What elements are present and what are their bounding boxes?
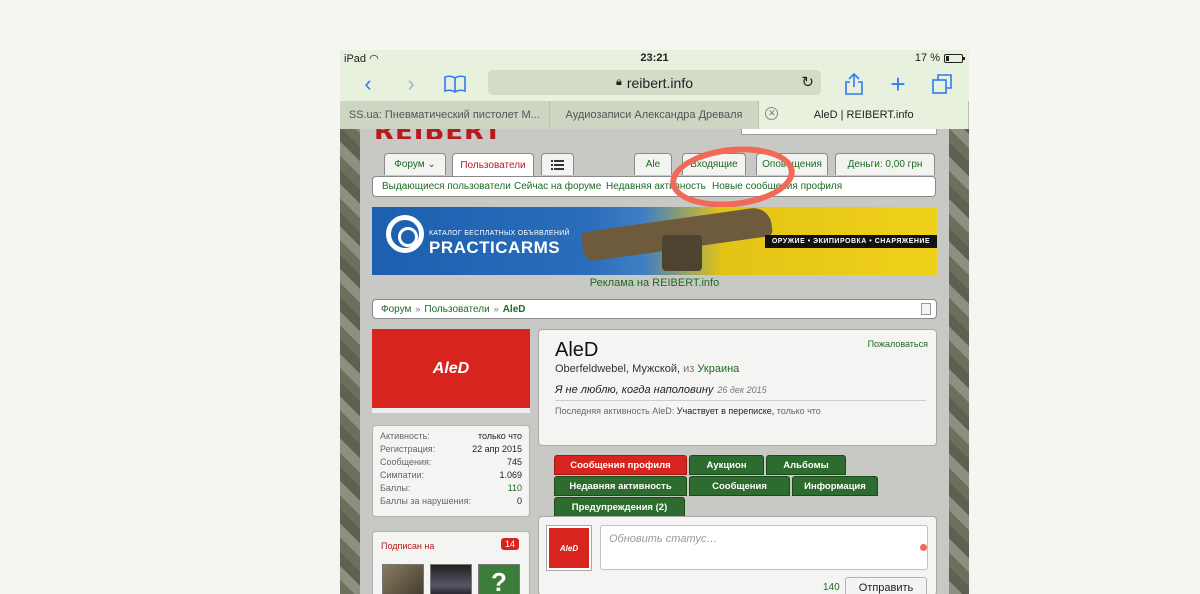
stat-row: Активность: только что [380, 431, 522, 441]
following-count: 14 [500, 538, 519, 550]
followed-user-avatar[interactable] [382, 564, 424, 594]
close-icon[interactable]: ✕ [765, 107, 779, 120]
advertisement-banner[interactable]: КАТАЛОГ БЕСПЛАТНЫХ ОБЪЯВЛЕНИЙ PRACTICARM… [372, 207, 937, 275]
report-link[interactable]: Пожаловаться [868, 339, 928, 349]
reload-icon[interactable]: ↻ [801, 73, 814, 91]
nav-user-tab[interactable]: Ale [634, 153, 672, 175]
breadcrumb-users[interactable]: Пользователи [424, 304, 489, 315]
lock-icon: 🔒︎ [615, 76, 622, 88]
breadcrumb: Форум » Пользователи » AleD [372, 299, 937, 319]
breadcrumb-current[interactable]: AleD [503, 304, 526, 315]
browser-tab[interactable]: SS.ua: Пневматический пистолет М... [340, 101, 550, 129]
ipad-screen: iPad ◠ 23:21 17 % ‹ › 🔒︎ reibert.info ↻ … [340, 50, 969, 594]
breadcrumb-separator: » [415, 304, 421, 314]
send-button[interactable]: Отправить [845, 577, 927, 594]
tab-warnings[interactable]: Предупреждения (2) [554, 497, 685, 517]
nav-money-tab[interactable]: Деньги: 0,00 грн [835, 153, 935, 175]
browser-toolbar: ‹ › 🔒︎ reibert.info ↻ + [340, 67, 969, 101]
nav-users-tab[interactable]: Пользователи [452, 153, 534, 177]
url-bar[interactable]: 🔒︎ reibert.info ↻ [488, 70, 821, 95]
document-icon[interactable] [921, 303, 931, 315]
battery-status: 17 % [915, 52, 965, 64]
member-stats: Активность: только что Регистрация: 22 апр… [372, 425, 530, 517]
chevron-right-icon[interactable]: › [397, 70, 425, 98]
stat-row: Симпатии: 1.069 [380, 470, 522, 480]
breadcrumb-forum[interactable]: Форум [381, 304, 411, 315]
last-activity: Последняя активность AleD: Участвует в п… [555, 406, 821, 416]
stat-row: Баллы: 110 [380, 483, 522, 493]
stat-row: Баллы за нарушения: 0 [380, 496, 522, 506]
target-logo-icon [386, 215, 424, 253]
avatar: AleD [547, 526, 591, 570]
tab-auction[interactable]: Аукцион [689, 455, 764, 475]
stat-row: Сообщения: 745 [380, 457, 522, 467]
profile-name: AleD [555, 339, 599, 361]
web-page: REIBERT Форум ⌄ Пользователи Ale Входящи… [340, 129, 969, 594]
status-input[interactable] [600, 525, 928, 570]
search-input[interactable] [741, 129, 937, 135]
tabs-icon[interactable] [928, 70, 956, 98]
following-panel: Подписан на 14 ? [372, 531, 530, 594]
banner-subtitle: КАТАЛОГ БЕСПЛАТНЫХ ОБЪЯВЛЕНИЙ [429, 230, 570, 237]
banner-title: PRACTICARMS [429, 238, 561, 257]
tab-postings[interactable]: Сообщения [689, 476, 790, 496]
tab-albums[interactable]: Альбомы [766, 455, 846, 475]
record-dot-icon [920, 544, 927, 551]
avatar[interactable]: AleD [372, 329, 530, 413]
tab-recent-activity[interactable]: Недавняя активность [554, 476, 687, 496]
advertise-link[interactable]: Реклама на REIBERT.info [372, 277, 937, 289]
hand-drawn-circle-annotation [667, 140, 798, 214]
clock: 23:21 [640, 52, 669, 64]
profile-status: Я не люблю, когда наполовину 26 дек 2015 [555, 384, 767, 396]
browser-tabs: SS.ua: Пневматический пистолет М... Ауди… [340, 101, 969, 129]
tab-profile-posts[interactable]: Сообщения профиля [554, 455, 687, 475]
following-title[interactable]: Подписан на [381, 541, 434, 551]
banner-tagline: ОРУЖИЕ • ЭКИПИРОВКА • СНАРЯЖЕНИЕ [765, 235, 937, 248]
browser-tab-active[interactable]: ✕ AleD | REIBERT.info [759, 101, 969, 129]
divider [555, 400, 926, 401]
tab-information[interactable]: Информация [792, 476, 878, 496]
list-icon[interactable] [541, 153, 574, 175]
char-counter: 140 [823, 582, 840, 593]
profile-details: Oberfeldwebel, Мужской, из Украина [555, 363, 740, 375]
nav-forum-tab[interactable]: Форум ⌄ [384, 153, 446, 175]
subnav-notable-members[interactable]: Выдающиеся пользователи [382, 181, 511, 192]
chevron-down-icon: ⌄ [427, 159, 436, 170]
book-icon[interactable] [441, 70, 469, 98]
status-bar: iPad ◠ 23:21 17 % [340, 50, 969, 67]
country-link[interactable]: Украина [697, 363, 739, 375]
stat-row: Регистрация: 22 апр 2015 [380, 444, 522, 454]
breadcrumb-separator: » [493, 304, 499, 314]
browser-tab[interactable]: Аудиозаписи Александра Древаля [550, 101, 760, 129]
followed-user-avatar[interactable] [430, 564, 472, 594]
battery-icon [944, 53, 965, 63]
profile-card: AleD Пожаловаться Oberfeldwebel, Мужской… [538, 329, 937, 446]
url-text: reibert.info [626, 74, 693, 91]
plus-icon[interactable]: + [884, 70, 912, 98]
share-icon[interactable] [840, 70, 868, 98]
sub-navigation: Выдающиеся пользователи Сейчас на форуме… [372, 176, 936, 197]
chevron-left-icon[interactable]: ‹ [354, 70, 382, 98]
site-container: REIBERT Форум ⌄ Пользователи Ale Входящи… [360, 129, 949, 594]
status-update-box: AleD 140 Отправить [538, 516, 937, 594]
site-logo[interactable]: REIBERT [374, 129, 503, 139]
question-mark-icon[interactable]: ? [478, 564, 520, 594]
vest-image [662, 235, 702, 271]
browser-tab-title: AleD | REIBERT.info [813, 109, 914, 121]
subnav-online-now[interactable]: Сейчас на форуме [514, 181, 601, 192]
